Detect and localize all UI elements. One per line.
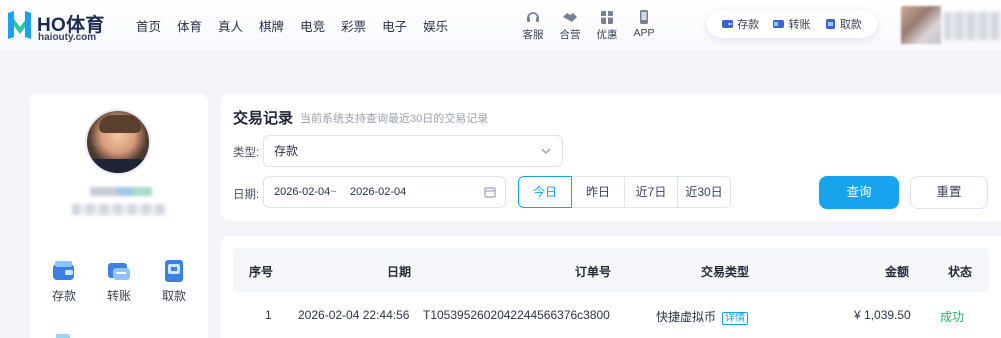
col-status: 状态 [948,265,973,279]
withdraw-icon [825,19,835,29]
headset-icon [527,12,539,22]
date-start: 2026-02-04 [274,186,331,198]
col-date: 日期 [387,265,412,279]
row-index: 1 [265,308,272,322]
sidebar-deposit-button[interactable]: 存款 [44,259,84,304]
pill-transfer-button[interactable]: 转账 [773,16,810,32]
pill-withdraw-button[interactable]: 取款 [825,16,862,32]
reset-button[interactable]: 重置 [910,176,988,209]
col-type: 交易类型 [701,265,750,279]
account-info-blurred [72,204,166,215]
logo-mark-icon [8,11,31,39]
handshake-icon [563,13,577,22]
wallet-pill: 存款 转账 取款 [707,10,877,38]
sidebar-wallet-actions: 存款 转账 取款 [44,259,194,304]
col-index: 序号 [249,265,274,279]
username-blurred [90,187,152,196]
quick-partner[interactable]: 合营 [552,9,588,42]
transfer-icon [108,263,130,280]
pill-deposit-button[interactable]: 存款 [722,16,759,32]
quick-app[interactable]: APP [626,9,662,42]
nav-item-cards[interactable]: 棋牌 [259,16,284,35]
logo-subtitle: haiouty.com [38,32,97,43]
page-title: 交易记录 [233,110,294,127]
type-select-value: 存款 [274,144,299,158]
table-row: 1 2026-02-04 22:44:56 T10539526020422445… [233,292,989,336]
transfer-icon [773,20,785,28]
query-button[interactable]: 查询 [819,176,899,209]
row-order: T10539526020422445663​76c3800 [423,308,610,322]
row-status: 成功 [940,310,965,324]
range-7days-button[interactable]: 近7日 [624,176,678,208]
type-label: 类型: [233,147,260,159]
quick-links: 客服 合营 优惠 APP [515,9,663,42]
range-30days-button[interactable]: 近30日 [677,176,731,208]
user-sidebar: 存款 转账 取款 [30,94,208,338]
withdraw-icon [165,260,183,282]
date-label: 日期: [233,189,260,201]
col-order: 订单号 [575,265,612,279]
range-today-button[interactable]: 今日 [518,176,572,208]
nav-item-live[interactable]: 真人 [218,16,243,35]
quick-range-group: 今日 昨日 近7日 近30日 [518,176,731,208]
sidebar-transfer-button[interactable]: 转账 [99,259,139,304]
row-date: 2026-02-04 22:44:56 [298,308,410,322]
sidebar-menu-indicator [56,334,70,338]
deposit-icon [722,20,734,28]
nav-item-lottery[interactable]: 彩票 [341,16,366,35]
row-type: 快捷虚拟币 详情 [656,308,749,325]
col-amount: 金额 [885,265,910,279]
transaction-filter-card: 交易记录 当前系统支持查询最近30日的交易记录 类型: 存款 日期: 2026-… [221,94,1001,221]
gift-icon [601,11,613,24]
nav-item-esports[interactable]: 电竞 [300,16,325,35]
quick-service[interactable]: 客服 [515,9,551,42]
deposit-icon [53,261,74,280]
calendar-icon [484,187,496,198]
detail-button[interactable]: 详情 [722,312,749,325]
sidebar-withdraw-button[interactable]: 取款 [154,259,194,304]
avatar [85,109,151,175]
nav-item-entertainment[interactable]: 娱乐 [423,16,448,35]
top-header: HO体育 haiouty.com 首页 体育 真人 棋牌 电竞 彩票 电子 娱乐… [0,0,1001,52]
nav-item-slots[interactable]: 电子 [382,16,407,35]
nav-item-sports[interactable]: 体育 [177,16,202,35]
type-select[interactable]: 存款 [263,135,563,167]
user-name-blurred [944,12,1001,40]
transaction-table-card: 序号 日期 订单号 交易类型 金额 状态 1 2026-02-04 22:44:… [221,236,1001,338]
range-yesterday-button[interactable]: 昨日 [571,176,625,208]
phone-icon [640,10,648,24]
date-range-picker[interactable]: 2026-02-04 ~ 2026-02-04 [263,176,506,208]
quick-promo[interactable]: 优惠 [589,9,625,42]
table-header: 序号 日期 订单号 交易类型 金额 状态 [233,248,989,292]
user-avatar-blurred[interactable] [901,6,941,44]
nav-item-home[interactable]: 首页 [136,16,161,35]
date-end: 2026-02-04 [350,186,407,198]
row-amount: ¥ 1,039.50 [854,308,911,322]
main-nav: 首页 体育 真人 棋牌 电竞 彩票 电子 娱乐 [136,16,464,35]
page-tip: 当前系统支持查询最近30日的交易记录 [300,113,489,125]
chevron-down-icon [541,148,551,154]
date-separator: ~ [330,186,337,198]
brand-logo[interactable]: HO体育 haiouty.com [6,8,126,44]
